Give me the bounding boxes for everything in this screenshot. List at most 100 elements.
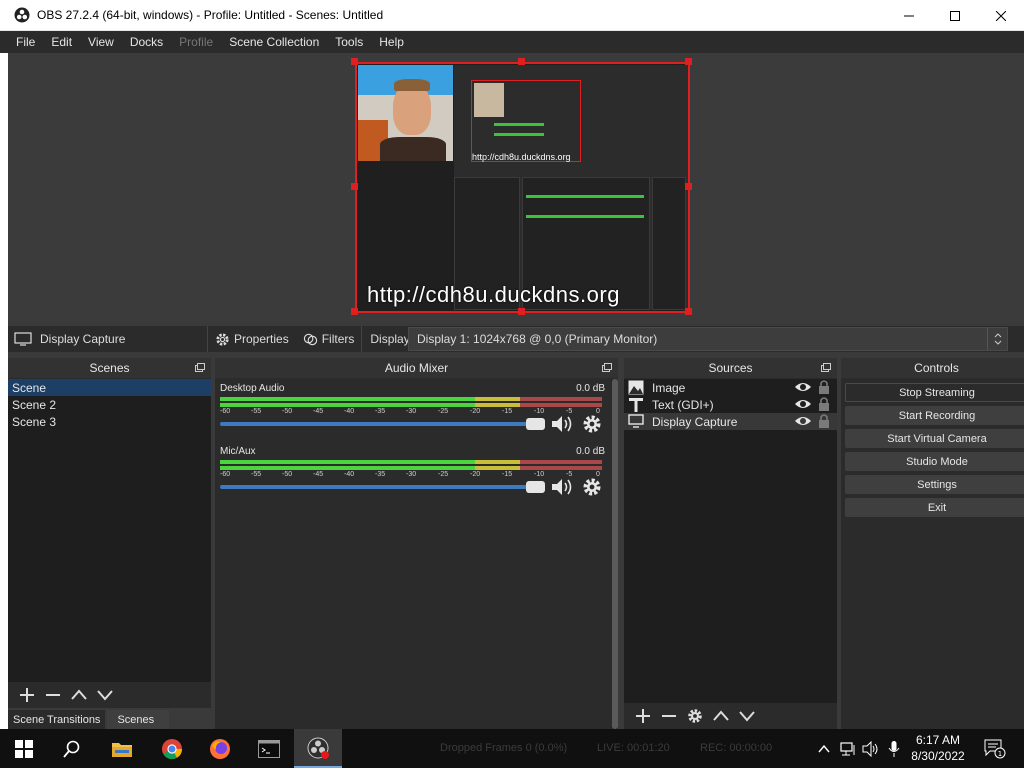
volume-slider-handle[interactable] <box>526 418 545 430</box>
start-virtual-camera-button[interactable]: Start Virtual Camera <box>845 429 1024 448</box>
resize-handle[interactable] <box>351 308 358 315</box>
speaker-icon[interactable] <box>550 414 574 434</box>
nested-preview <box>471 80 581 162</box>
close-button[interactable] <box>978 0 1024 31</box>
remove-source-button[interactable] <box>656 705 682 727</box>
menu-help[interactable]: Help <box>371 35 412 49</box>
eye-icon[interactable] <box>794 397 812 411</box>
tab-scenes[interactable]: Scenes <box>107 710 170 729</box>
terminal-button[interactable] <box>245 729 293 768</box>
gear-icon[interactable] <box>582 477 602 497</box>
obs-taskbar-button[interactable] <box>294 729 342 768</box>
menu-file[interactable]: File <box>8 35 43 49</box>
resize-handle[interactable] <box>518 58 525 65</box>
audio-mixer-header: Audio Mixer <box>215 358 618 378</box>
display-select-value: Display 1: 1024x768 @ 0,0 (Primary Monit… <box>417 332 658 346</box>
menu-view[interactable]: View <box>80 35 122 49</box>
tab-scene-transitions[interactable]: Scene Transitions <box>8 710 106 729</box>
settings-button[interactable]: Settings <box>845 475 1024 494</box>
studio-mode-button[interactable]: Studio Mode <box>845 452 1024 471</box>
float-dock-icon[interactable] <box>195 363 205 372</box>
lock-icon[interactable] <box>818 379 830 394</box>
menu-docks[interactable]: Docks <box>122 35 171 49</box>
speaker-icon[interactable] <box>550 477 574 497</box>
audio-channel-mic: Mic/Aux 0.0 dB -60 -55 -50 -45 -40 -35 -… <box>219 446 605 504</box>
volume-slider-handle[interactable] <box>526 481 545 493</box>
show-hidden-icons-button[interactable] <box>814 739 834 759</box>
move-scene-up-button[interactable] <box>66 684 92 706</box>
source-item[interactable]: Image <box>624 379 837 396</box>
lock-icon[interactable] <box>818 413 830 428</box>
volume-meter <box>220 403 602 407</box>
network-tray-button[interactable] <box>838 739 858 759</box>
status-rec: REC: 00:00:00 <box>700 742 773 754</box>
move-source-up-button[interactable] <box>708 705 734 727</box>
search-button[interactable] <box>48 729 96 768</box>
source-name: Display Capture <box>652 414 738 429</box>
speaker-icon <box>862 741 878 757</box>
source-item[interactable]: Text (GDI+) <box>624 396 837 413</box>
search-icon <box>63 740 80 758</box>
meter-scale: -60 -55 -50 -45 -40 -35 -30 -25 -20 -15 … <box>220 408 600 415</box>
minimize-button[interactable] <box>886 0 932 31</box>
menu-scene-collection[interactable]: Scene Collection <box>221 35 327 49</box>
volume-tray-button[interactable] <box>861 739 881 759</box>
scene-item[interactable]: Scene 3 <box>8 413 211 430</box>
file-explorer-button[interactable] <box>98 729 146 768</box>
microphone-tray-button[interactable] <box>884 739 904 759</box>
eye-icon[interactable] <box>794 380 812 394</box>
source-toolbar: Display Capture Properties Filters Displ… <box>8 326 1024 352</box>
move-scene-down-button[interactable] <box>92 684 118 706</box>
float-dock-icon[interactable] <box>602 363 612 372</box>
volume-slider[interactable] <box>220 485 545 489</box>
source-item[interactable]: Display Capture <box>624 413 837 430</box>
float-dock-icon[interactable] <box>821 363 831 372</box>
scenes-toolbar <box>8 682 211 708</box>
move-source-down-button[interactable] <box>734 705 760 727</box>
controls-title: Controls <box>914 361 959 375</box>
resize-handle[interactable] <box>685 58 692 65</box>
resize-handle[interactable] <box>518 308 525 315</box>
resize-handle[interactable] <box>685 308 692 315</box>
firefox-button[interactable] <box>196 729 244 768</box>
start-recording-button[interactable]: Start Recording <box>845 406 1024 425</box>
resize-handle[interactable] <box>685 183 692 190</box>
gear-icon[interactable] <box>582 414 602 434</box>
menu-tools[interactable]: Tools <box>327 35 371 49</box>
preview-canvas[interactable]: http://cdh8u.duckdns.org http://cdh8u.du… <box>355 62 690 313</box>
mixer-scrollbar[interactable] <box>612 379 618 729</box>
preview-area[interactable]: http://cdh8u.duckdns.org http://cdh8u.du… <box>8 53 1024 323</box>
scene-item[interactable]: Scene 2 <box>8 396 211 413</box>
start-button[interactable] <box>0 729 48 768</box>
chevron-up-icon <box>713 710 729 721</box>
minimize-icon <box>904 15 914 16</box>
volume-slider[interactable] <box>220 422 545 426</box>
resize-handle[interactable] <box>351 183 358 190</box>
properties-button[interactable]: Properties <box>208 326 296 352</box>
audio-channel-desktop: Desktop Audio 0.0 dB -60 -55 -50 -45 -40… <box>219 383 605 441</box>
properties-label: Properties <box>234 332 289 346</box>
terminal-icon <box>258 739 280 758</box>
source-properties-button[interactable] <box>682 705 708 727</box>
clock-date: 8/30/2022 <box>911 749 965 763</box>
filters-button[interactable]: Filters <box>296 326 362 352</box>
menu-edit[interactable]: Edit <box>43 35 80 49</box>
resize-handle[interactable] <box>351 58 358 65</box>
eye-icon[interactable] <box>794 414 812 428</box>
scene-item[interactable]: Scene <box>8 379 211 396</box>
window-left-edge <box>0 53 8 729</box>
volume-meter <box>220 466 602 470</box>
remove-scene-button[interactable] <box>40 684 66 706</box>
lock-icon[interactable] <box>818 396 830 411</box>
exit-button[interactable]: Exit <box>845 498 1024 517</box>
obs-logo-icon <box>307 737 329 759</box>
add-source-button[interactable] <box>630 705 656 727</box>
network-icon <box>840 742 855 756</box>
maximize-button[interactable] <box>932 0 978 31</box>
stop-streaming-button[interactable]: Stop Streaming <box>845 383 1024 402</box>
add-scene-button[interactable] <box>14 684 40 706</box>
display-select[interactable]: Display 1: 1024x768 @ 0,0 (Primary Monit… <box>408 327 1008 351</box>
taskbar-clock[interactable]: 6:17 AM 8/30/2022 <box>908 732 968 764</box>
chrome-button[interactable] <box>148 729 196 768</box>
action-center-button[interactable]: 1 <box>982 739 1008 759</box>
